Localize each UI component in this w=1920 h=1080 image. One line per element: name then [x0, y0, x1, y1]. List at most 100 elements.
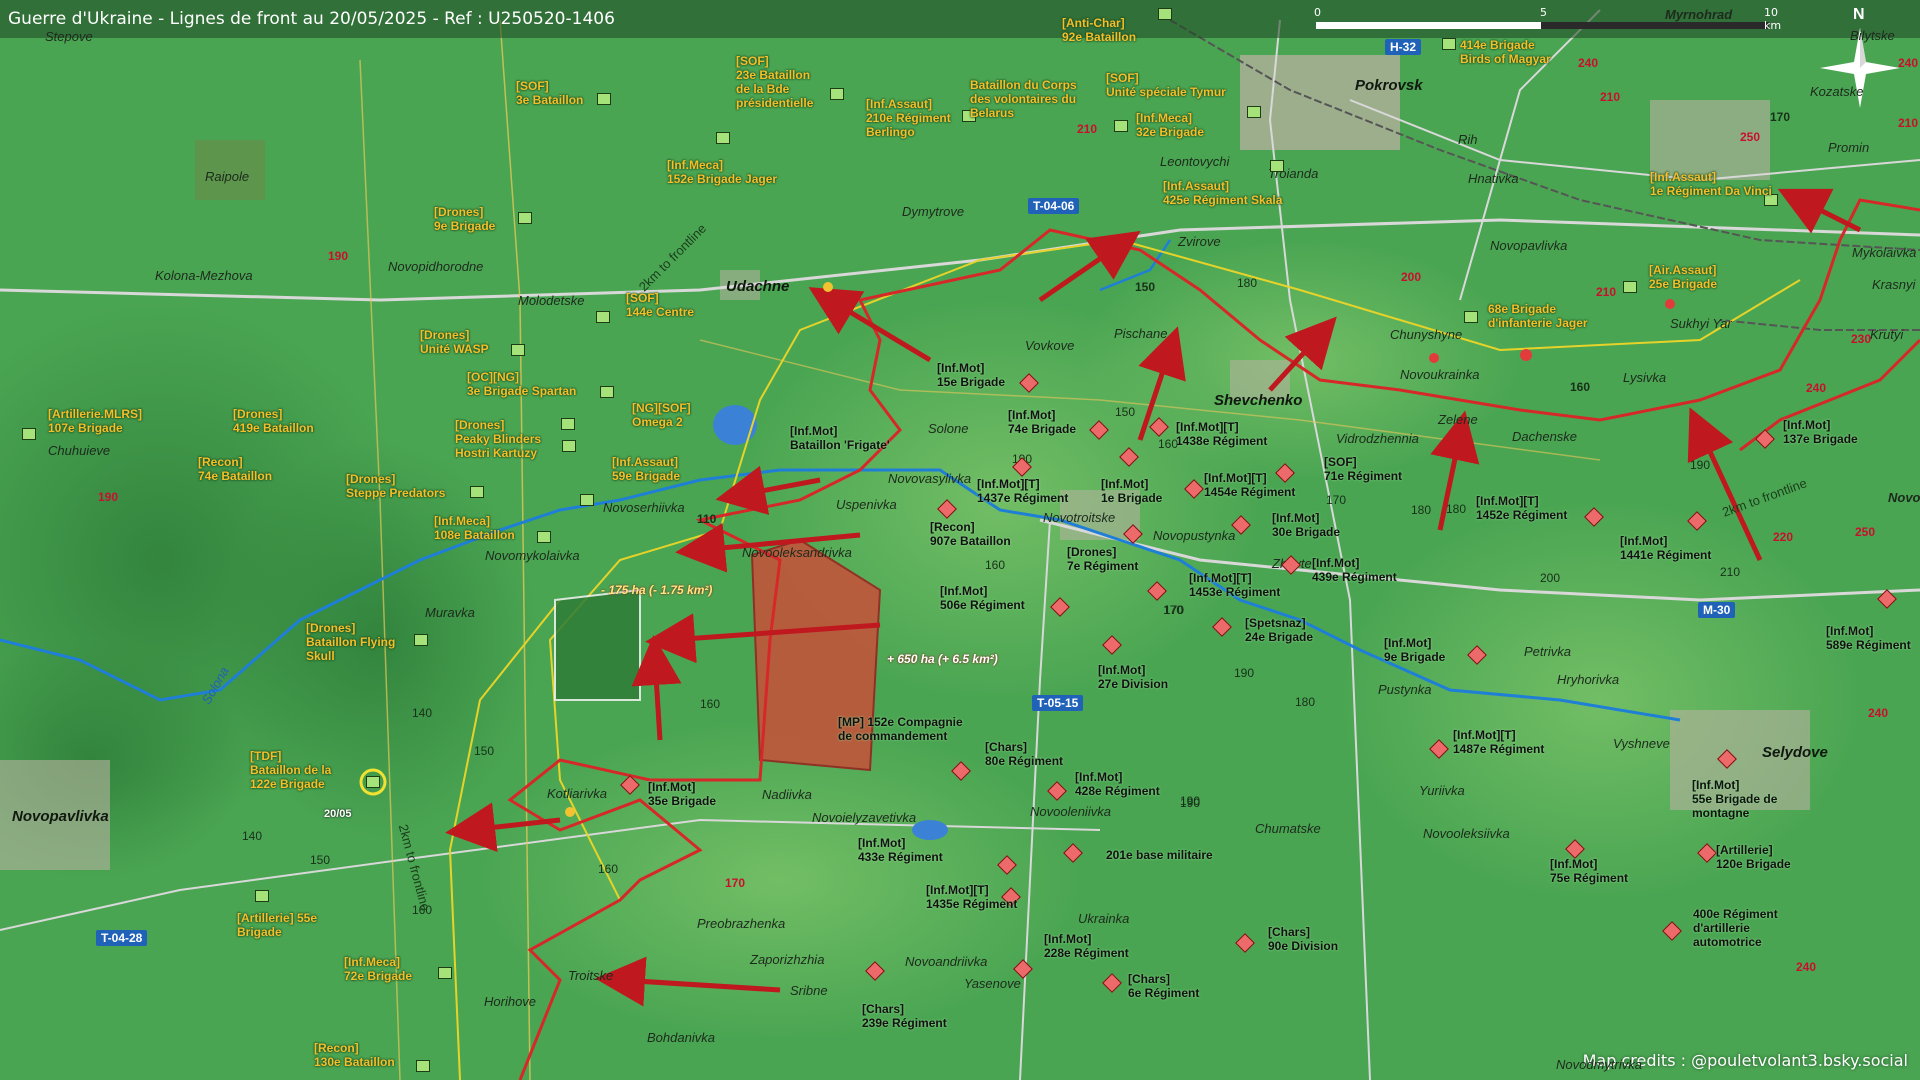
town-label: Preobrazhenka — [697, 916, 786, 931]
elevation-label: 190 — [1180, 794, 1201, 808]
ru-unit-label: [Inf.Mot] 55e Brigade de montagne — [1692, 778, 1778, 820]
elevation-label: 140 — [412, 706, 433, 720]
red-number-label: 210 — [1596, 285, 1617, 299]
ua-unit-marker-icon[interactable] — [511, 344, 525, 356]
ua-unit-marker-icon[interactable] — [1270, 160, 1284, 172]
town-label: Nadiivka — [762, 787, 812, 802]
ua-unit-marker-icon[interactable] — [561, 418, 575, 430]
ua-unit-marker-icon[interactable] — [1158, 8, 1172, 20]
ua-unit-marker-icon[interactable] — [1623, 281, 1637, 293]
town-label: Dachenske — [1512, 429, 1578, 444]
ua-unit-label: [Artillerie] 55e Brigade — [237, 911, 318, 939]
ru-unit-label: [Chars] 90e Division — [1268, 925, 1339, 953]
town-label: Raipole — [205, 169, 250, 184]
ru-unit-label: [Inf.Mot] 1e Brigade — [1101, 477, 1163, 505]
map-canvas[interactable]: Guerre d'Ukraine - Lignes de front au 20… — [0, 0, 1920, 1080]
ua-unit-label: [Artillerie.MLRS] 107e Brigade — [48, 407, 143, 435]
town-label: Rih — [1458, 132, 1478, 147]
ru-unit-label: [Chars] 239e Régiment — [862, 1002, 947, 1030]
road-shield: M-30 — [1698, 602, 1736, 618]
ua-unit-label: [Inf.Meca] 152e Brigade Jager — [667, 158, 778, 186]
ru-unit-label: [Inf.Mot][T] 1452e Régiment — [1476, 494, 1568, 522]
ua-unit-label: [NG][SOF] Omega 2 — [632, 401, 691, 429]
elevation-label: 150 — [310, 853, 331, 867]
ua-unit-marker-icon[interactable] — [562, 440, 576, 452]
elevation-label: 150 — [474, 744, 495, 758]
town-label: Uspenivka — [836, 497, 897, 512]
town-label: Novopavlivka — [1490, 238, 1568, 253]
ua-unit-marker-icon[interactable] — [716, 132, 730, 144]
town-label: Petrivka — [1524, 644, 1571, 659]
ua-unit-marker-icon[interactable] — [1247, 106, 1261, 118]
road-number: 150 — [1135, 280, 1156, 294]
ua-unit-marker-icon[interactable] — [416, 1060, 430, 1072]
ua-unit-label: [Drones] 9e Brigade — [434, 205, 496, 233]
date-marker-label: 20/05 — [324, 808, 352, 820]
red-number-label: 210 — [1077, 122, 1098, 136]
red-number-label: 190 — [328, 249, 349, 263]
ua-unit-marker-icon[interactable] — [1464, 311, 1478, 323]
ua-unit-marker-icon[interactable] — [1442, 38, 1456, 50]
town-label: Stepove — [45, 29, 93, 44]
town-label: Sribne — [790, 983, 828, 998]
ua-unit-label: [Drones] Peaky Blinders Hostri Kartuzy — [455, 418, 542, 460]
ru-unit-label: [Inf.Mot] 1441e Régiment — [1620, 534, 1712, 562]
elevation-label: 160 — [598, 862, 619, 876]
ua-unit-label: [Drones] Unité WASP — [420, 328, 489, 356]
town-label: Chumatske — [1255, 821, 1321, 836]
elevation-label: 190 — [1234, 666, 1255, 680]
ua-unit-label: [Inf.Assaut] 1e Régiment Da Vinci — [1650, 170, 1772, 198]
ua-unit-marker-icon[interactable] — [470, 486, 484, 498]
ua-unit-label: [Inf.Meca] 32e Brigade — [1136, 111, 1205, 139]
ua-unit-marker-icon[interactable] — [600, 386, 614, 398]
ua-unit-label: [Inf.Assaut] 210e Régiment Berlingo — [866, 97, 951, 139]
ru-unit-label: 400e Régiment d'artillerie automotrice — [1693, 907, 1778, 949]
scale-label-0: 0 — [1314, 6, 1321, 19]
road-number: 110 — [697, 512, 717, 526]
elevation-label: 140 — [242, 829, 263, 843]
town-label: Bilytske — [1850, 28, 1895, 43]
ua-gain-area-label: - 175 ha (- 1.75 km²) — [601, 583, 713, 597]
ua-unit-marker-icon[interactable] — [366, 776, 380, 788]
ua-unit-marker-icon[interactable] — [255, 890, 269, 902]
city-label: Pokrovsk — [1355, 77, 1423, 94]
town-label: Lysivka — [1623, 370, 1667, 385]
ua-unit-marker-icon[interactable] — [596, 311, 610, 323]
town-label: Novomykolaivka — [485, 548, 580, 563]
road-shield: T-05-15 — [1032, 695, 1084, 711]
ua-unit-marker-icon[interactable] — [1114, 120, 1128, 132]
town-label: Novooleksiivka — [1423, 826, 1510, 841]
town-label: Krasnyi — [1872, 277, 1916, 292]
ua-unit-marker-icon[interactable] — [438, 967, 452, 979]
ru-unit-label: [Artillerie] 120e Brigade — [1716, 843, 1791, 871]
ua-unit-marker-icon[interactable] — [830, 88, 844, 100]
town-label: Yasenove — [964, 976, 1021, 991]
elevation-label: 180 — [1295, 695, 1316, 709]
ru-unit-label: [Inf.Mot] 15e Brigade — [937, 361, 1006, 389]
elevation-label: 180 — [1237, 276, 1258, 290]
road-shield: H-32 — [1385, 39, 1422, 55]
town-label: Vidrodzhennia — [1336, 431, 1419, 446]
town-label: Kozatske — [1810, 84, 1864, 99]
city-label: Udachne — [726, 278, 790, 295]
ru-unit-label: [Inf.Mot] 439e Régiment — [1312, 556, 1397, 584]
town-label: Yuriivka — [1419, 783, 1465, 798]
red-number-label: 210 — [1898, 116, 1919, 130]
red-number-label: 200 — [1401, 270, 1422, 284]
ua-unit-marker-icon[interactable] — [537, 531, 551, 543]
ua-unit-marker-icon[interactable] — [414, 634, 428, 646]
ua-unit-marker-icon[interactable] — [597, 93, 611, 105]
ua-unit-marker-icon[interactable] — [518, 212, 532, 224]
ua-unit-label: [Drones] 419e Bataillon — [233, 407, 314, 435]
town-label: Mykolaivka — [1852, 245, 1917, 260]
town-label: Kolona-Mezhova — [155, 268, 253, 283]
red-number-label: 240 — [1796, 960, 1817, 974]
ua-unit-marker-icon[interactable] — [580, 494, 594, 506]
ua-unit-label: [SOF] Unité spéciale Tymur — [1106, 71, 1226, 99]
road-number: 170 — [1770, 110, 1791, 124]
ru-unit-label: [Chars] 6e Régiment — [1128, 972, 1200, 1000]
ua-unit-label: [Air.Assaut] 25e Brigade — [1649, 263, 1718, 291]
town-label: Dymytrove — [902, 204, 965, 219]
ua-unit-marker-icon[interactable] — [22, 428, 36, 440]
ua-unit-label: [Recon] 74e Bataillon — [198, 455, 273, 483]
